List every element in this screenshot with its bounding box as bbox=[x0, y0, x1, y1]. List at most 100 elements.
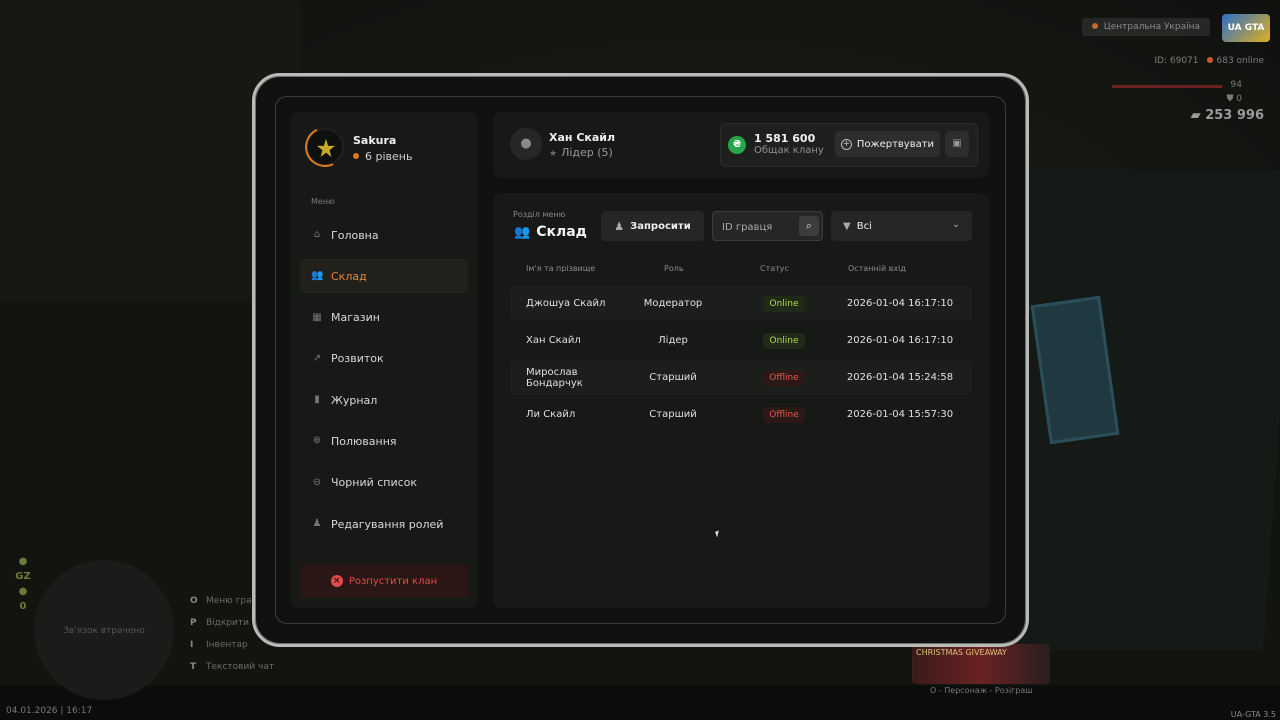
invite-label: Запросити bbox=[630, 220, 691, 232]
shield-icon: ⛊ bbox=[1226, 94, 1237, 104]
member-last-login: 2026-01-04 15:57:30 bbox=[846, 409, 954, 420]
sidebar-item-label: Полювання bbox=[331, 434, 397, 448]
table-row[interactable]: Джошуа Скайл Модератор Online 2026-01-04… bbox=[510, 286, 972, 321]
game-logo: UA GTA bbox=[1222, 14, 1270, 42]
member-name: Хан Скайл bbox=[526, 335, 581, 346]
member-name: Мирослав Бондарчук bbox=[526, 366, 583, 389]
leader-name: Хан Скайл bbox=[549, 131, 616, 144]
stat-gz: GZ bbox=[15, 571, 31, 582]
sidebar-item-development[interactable]: ↗ Розвиток bbox=[300, 342, 468, 376]
close-icon: × bbox=[330, 575, 343, 587]
minus-circle-icon: ⊖ bbox=[312, 476, 322, 488]
filter-selected: Всі bbox=[856, 220, 872, 232]
minimap-status: Зв'язок втрачено bbox=[63, 626, 145, 636]
dissolve-clan-label: Розпустити клан bbox=[348, 575, 438, 587]
leader-avatar-icon: ● bbox=[510, 128, 542, 160]
sidebar-item-members[interactable]: 👥 Склад bbox=[300, 259, 468, 294]
member-role: Старший bbox=[649, 372, 697, 383]
section-title: 👥 Склад bbox=[514, 224, 587, 240]
sidebar-item-blacklist[interactable]: ⊖ Чорний список bbox=[300, 466, 468, 500]
dissolve-clan-button[interactable]: × Розпустити клан bbox=[300, 564, 468, 598]
member-role: Старший bbox=[649, 409, 697, 420]
hint-item: T Текстовий чат bbox=[190, 662, 275, 672]
money-value: ▰ 253 996 bbox=[1190, 108, 1264, 123]
sidebar-item-roles[interactable]: ♟ Редагування ролей bbox=[300, 507, 468, 541]
box-icon: ▣ bbox=[952, 138, 962, 149]
column-header-role: Роль bbox=[664, 264, 684, 273]
chart-icon: ↗ bbox=[312, 352, 322, 364]
sidebar-item-shop[interactable]: ▦ Магазин bbox=[300, 301, 468, 335]
storage-button[interactable]: ▣ bbox=[945, 131, 969, 157]
shop-icon: ▦ bbox=[312, 311, 322, 323]
table-row[interactable]: Хан Скайл Лідер Online 2026-01-04 16:17:… bbox=[510, 323, 972, 358]
clan-fund-label: Общак клану bbox=[754, 145, 824, 156]
clan-emblem-icon bbox=[317, 139, 335, 157]
member-last-login: 2026-01-04 16:17:10 bbox=[846, 298, 954, 309]
sidebar-item-home[interactable]: ⌂ Головна bbox=[300, 218, 468, 252]
stat-zero: 0 bbox=[19, 601, 27, 612]
status-badge: Offline bbox=[763, 406, 805, 423]
leader-role: Лідер (5) bbox=[549, 146, 613, 159]
member-role: Лідер bbox=[658, 335, 688, 346]
datetime: 04.01.2026 | 16:17 bbox=[6, 706, 93, 716]
promo-banner[interactable]: CHRISTMAS GIVEAWAY bbox=[912, 644, 1050, 684]
donate-button[interactable]: + Пожертвувати bbox=[835, 131, 940, 157]
online-dot-icon bbox=[1206, 57, 1213, 63]
health-value: 94 bbox=[1230, 80, 1242, 90]
door bbox=[993, 170, 1280, 650]
stat-food-icon: ● bbox=[18, 556, 28, 567]
member-status: Offline bbox=[760, 397, 808, 432]
sidebar-item-label: Склад bbox=[331, 269, 367, 283]
book-icon: ▮ bbox=[314, 394, 320, 406]
sidebar-item-label: Розвиток bbox=[331, 352, 384, 366]
clan-name: Sakura bbox=[353, 134, 397, 147]
region-label: Центральна Україна bbox=[1081, 18, 1210, 36]
sidebar-item-label: Редагування ролей bbox=[331, 517, 444, 531]
sidebar-item-journal[interactable]: ▮ Журнал bbox=[300, 383, 468, 417]
member-last-login: 2026-01-04 15:24:58 bbox=[846, 372, 954, 383]
member-status: Offline bbox=[760, 360, 808, 395]
sidebar-item-hunting[interactable]: ⊕ Полювання bbox=[300, 424, 468, 458]
status-filter-dropdown[interactable]: ▼ Всі ⌄ bbox=[831, 211, 972, 241]
clan-avatar bbox=[306, 128, 344, 166]
add-user-icon: ♟ bbox=[614, 219, 625, 233]
home-icon: ⌂ bbox=[313, 229, 321, 240]
table-row[interactable]: Мирослав Бондарчук Старший Offline 2026-… bbox=[510, 360, 972, 395]
cash-icon: ▰ bbox=[1190, 108, 1206, 123]
chevron-down-icon: ⌄ bbox=[951, 219, 960, 230]
promo-hint: O - Персонаж - Розіграш bbox=[930, 686, 1033, 695]
column-header-last-login: Останній вхід bbox=[848, 264, 906, 273]
member-status: Online bbox=[760, 323, 808, 358]
plus-icon: + bbox=[840, 138, 852, 150]
donate-label: Пожертвувати bbox=[856, 138, 935, 150]
hud-top-right: Центральна Україна UA GTA ID: 69071 683 o… bbox=[1020, 14, 1270, 124]
member-status: Online bbox=[760, 286, 808, 321]
armor-value: ⛊ 0 bbox=[1226, 94, 1242, 104]
member-last-login: 2026-01-04 16:17:10 bbox=[846, 335, 954, 346]
sidebar-item-label: Головна bbox=[331, 228, 379, 242]
version-label: UA-GTA 3.5 bbox=[1230, 710, 1276, 719]
status-badge: Online bbox=[763, 332, 805, 349]
filter-icon: ▼ bbox=[843, 220, 851, 232]
search-input[interactable] bbox=[722, 219, 792, 235]
sidebar-item-label: Чорний список bbox=[331, 476, 418, 490]
clan-level: 6 рівень bbox=[353, 150, 412, 163]
table-row[interactable]: Ли Скайл Старший Offline 2026-01-04 15:5… bbox=[510, 397, 972, 432]
invite-button[interactable]: ♟ Запросити bbox=[601, 211, 704, 241]
column-header-status: Статус bbox=[760, 264, 789, 273]
minimap: Зв'язок втрачено bbox=[34, 560, 174, 700]
player-id-search: ⌕ bbox=[712, 211, 823, 241]
online-count: 683 online bbox=[1216, 56, 1265, 66]
member-name: Ли Скайл bbox=[526, 409, 576, 420]
sidebar-nav: ⌂ Головна 👥 Склад ▦ Магазин ↗ Розвиток ▮ Журн… bbox=[300, 218, 468, 548]
player-id: ID: 69071 bbox=[1154, 56, 1199, 66]
status-badge: Offline bbox=[763, 369, 805, 386]
people-icon: 👥 bbox=[514, 225, 531, 240]
menu-label: Меню bbox=[311, 197, 335, 206]
player-id-line: ID: 69071 683 online bbox=[1154, 56, 1264, 66]
sidebar-item-label: Журнал bbox=[331, 393, 378, 407]
status-badge: Online bbox=[763, 295, 805, 312]
clan-fund-value: 1 581 600 bbox=[754, 132, 816, 145]
search-icon[interactable]: ⌕ bbox=[799, 216, 819, 236]
currency-icon: ₴ bbox=[728, 136, 746, 154]
